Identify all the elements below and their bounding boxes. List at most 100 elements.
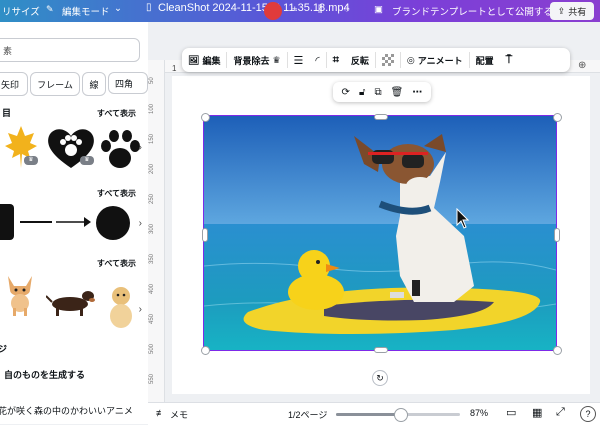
grid-view-icon[interactable]: ▦ bbox=[532, 406, 542, 419]
crop-button[interactable]: ⌗ bbox=[327, 48, 345, 72]
resize-handle-bottom[interactable] bbox=[374, 347, 388, 353]
chevron-right-icon[interactable]: › bbox=[139, 142, 142, 153]
share-label: 共有 bbox=[568, 6, 587, 17]
resize-handle-tr[interactable] bbox=[553, 113, 562, 122]
ruler-tick-label: 350 bbox=[149, 253, 155, 264]
line-graphic[interactable] bbox=[20, 221, 52, 223]
dog-surfboard-photo bbox=[204, 116, 556, 350]
see-all-link[interactable]: すべて表示 bbox=[97, 258, 136, 269]
pencil-icon: ✎ bbox=[46, 4, 54, 14]
chip-arrow[interactable]: 矢印 bbox=[0, 72, 28, 96]
chip-frame[interactable]: フレーム bbox=[30, 72, 80, 96]
selected-photo[interactable] bbox=[203, 115, 557, 351]
rounded-rect-graphic[interactable] bbox=[0, 204, 14, 240]
animate-label: アニメート bbox=[417, 55, 463, 66]
resize-handle-br[interactable] bbox=[553, 346, 562, 355]
desktop-view-icon[interactable]: ▭ bbox=[506, 406, 516, 419]
chip-label: 矢印 bbox=[0, 79, 19, 90]
arrow-graphic[interactable] bbox=[56, 216, 92, 228]
chihuahua-sticker[interactable] bbox=[0, 270, 40, 316]
edit-mode-button[interactable]: 編集モード bbox=[62, 4, 110, 18]
checkerboard-icon bbox=[381, 54, 394, 66]
publish-icon: ▣ bbox=[374, 4, 383, 15]
notes-button[interactable]: メモ bbox=[170, 408, 188, 421]
comment-icon[interactable]: ◌ bbox=[344, 4, 350, 15]
border-style-button[interactable]: ☰ bbox=[288, 48, 310, 72]
partial-title: ジ bbox=[0, 342, 7, 355]
chevron-right-icon[interactable]: › bbox=[139, 304, 142, 315]
crown-icon: ♛ bbox=[272, 54, 281, 65]
rotate-handle-icon[interactable]: ↻ bbox=[372, 370, 388, 386]
chip-line[interactable]: 線 bbox=[82, 72, 106, 96]
file-icon: ▯ bbox=[146, 2, 152, 13]
transparency-button[interactable] bbox=[376, 48, 400, 72]
upload-icon: ⇪ bbox=[557, 5, 566, 16]
animate-icon: ◎ bbox=[406, 54, 415, 65]
more-icon[interactable]: ⋯ bbox=[412, 87, 422, 98]
bottom-bar: ≢ メモ 1/2ページ 87% ▭ ▦ ⤢ ? bbox=[148, 402, 600, 425]
chevron-down-icon: ⌄ bbox=[114, 3, 122, 14]
corner-icon: ◜ bbox=[315, 54, 320, 67]
ruler-tick-label: 250 bbox=[149, 193, 155, 204]
paint-format-button[interactable]: ⍑ bbox=[500, 48, 519, 72]
golden-retriever-sticker[interactable] bbox=[104, 284, 138, 332]
ruler-tick-label: 300 bbox=[149, 223, 155, 234]
zoom-level[interactable]: 87% bbox=[470, 408, 488, 418]
resize-handle-right[interactable] bbox=[554, 228, 560, 242]
prompt-text[interactable]: 花が咲く森の中のかわいいアニメ bbox=[0, 404, 133, 417]
resize-button[interactable]: リサイズ bbox=[2, 4, 40, 18]
flip-label: 反転 bbox=[350, 55, 369, 66]
ruler-tick-label: 450 bbox=[149, 313, 155, 324]
arrange-button[interactable]: 配置 bbox=[470, 48, 500, 72]
generate-label[interactable]: 自のものを生成する bbox=[4, 368, 85, 381]
search-input[interactable]: 素 bbox=[0, 38, 140, 62]
chevron-right-icon[interactable]: › bbox=[139, 218, 142, 229]
top-bar: リサイズ ✎ 編集モード ⌄ ▯ CleanShot 2024-11-15 at… bbox=[0, 0, 600, 22]
paint-roller-icon: ⍑ bbox=[505, 53, 513, 66]
chip-label: フレーム bbox=[37, 79, 73, 90]
circle-graphic[interactable] bbox=[96, 206, 130, 240]
add-page-icon[interactable]: ⊕ bbox=[578, 60, 586, 71]
animate-button[interactable]: ◎ アニメート bbox=[401, 48, 469, 72]
record-indicator-icon bbox=[264, 2, 282, 20]
publish-template-button[interactable]: ブランドテンプレートとして公開する bbox=[392, 4, 553, 18]
resize-handle-left[interactable] bbox=[202, 228, 208, 242]
notes-icon: ≢ bbox=[156, 408, 165, 418]
see-all-link[interactable]: すべて表示 bbox=[97, 108, 136, 119]
crop-icon: ⌗ bbox=[332, 53, 339, 66]
corner-rounding-button[interactable]: ◜ bbox=[309, 48, 325, 72]
flip-button[interactable]: 反転 bbox=[345, 48, 375, 72]
ruler-tick-label: 400 bbox=[149, 283, 155, 294]
resize-handle-top[interactable] bbox=[374, 114, 388, 120]
element-quick-actions: ⟳ 🔓︎ ⧉ 🗑︎ ⋯ bbox=[333, 82, 431, 102]
rotate-refresh-icon[interactable]: ⟳ bbox=[342, 87, 350, 98]
vertical-ruler: 50 100 150 200 250 300 350 400 450 500 550 bbox=[148, 60, 165, 402]
fullscreen-icon[interactable]: ⤢ bbox=[556, 406, 565, 419]
resize-handle-bl[interactable] bbox=[201, 346, 210, 355]
chip-square[interactable]: 四角 bbox=[108, 72, 148, 94]
chip-label: 線 bbox=[89, 79, 99, 90]
help-button[interactable]: ? bbox=[580, 406, 596, 422]
remove-bg-label: 背景除去 bbox=[233, 55, 270, 66]
ruler-tick-label: 150 bbox=[149, 133, 155, 144]
remove-background-button[interactable]: 背景除去 ♛ bbox=[227, 48, 286, 72]
share-button[interactable]: ⇪ 共有 bbox=[550, 2, 594, 20]
duplicate-icon[interactable]: ⧉ bbox=[374, 87, 381, 98]
arrange-label: 配置 bbox=[475, 55, 494, 66]
plus-icon[interactable]: + bbox=[292, 4, 298, 15]
lock-icon[interactable]: 🔓︎ bbox=[359, 87, 365, 98]
see-all-link[interactable]: すべて表示 bbox=[97, 188, 136, 199]
page-indicator[interactable]: 1/2ページ bbox=[288, 408, 327, 421]
paw-print-graphic[interactable] bbox=[100, 128, 140, 170]
resize-handle-tl[interactable] bbox=[201, 113, 210, 122]
ruler-tick-label: 50 bbox=[149, 77, 155, 84]
dachshund-sticker[interactable] bbox=[46, 288, 96, 318]
crown-badge-icon: ♛ bbox=[80, 156, 94, 165]
trash-icon[interactable]: 🗑︎ bbox=[391, 87, 404, 98]
ruler-tick-label: 100 bbox=[149, 103, 155, 114]
ruler-tick-label: 550 bbox=[149, 373, 155, 384]
page-number: 1 bbox=[172, 64, 177, 73]
edit-button[interactable]: 🖼︎ 編集 bbox=[182, 48, 226, 72]
zoom-slider-thumb[interactable] bbox=[394, 408, 408, 422]
chart-icon[interactable]: ⫼ bbox=[318, 4, 322, 15]
